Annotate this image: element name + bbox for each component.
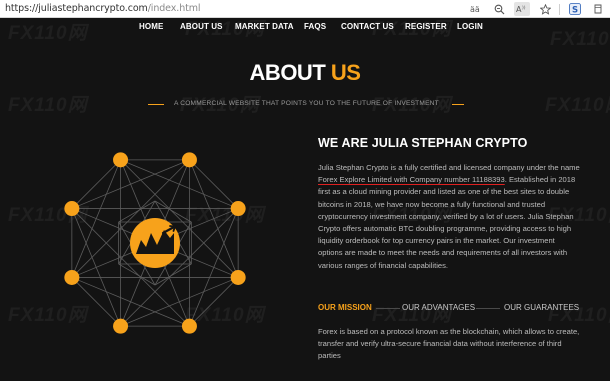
network-node	[181, 318, 197, 334]
paragraph-line: first as a cloud mining provider and lis…	[318, 186, 580, 198]
paragraph-text: liquidity orderbook for top currency pai…	[318, 236, 555, 246]
svg-text:)): ))	[522, 5, 526, 11]
paragraph-line: cryptocurrency investment company, verif…	[318, 211, 580, 223]
about-paragraph: Julia Stephan Crypto is a fully certifie…	[318, 162, 580, 272]
growth-chart-logo	[130, 218, 180, 268]
page-title-part1: ABOUT	[249, 60, 331, 85]
network-node	[64, 269, 80, 285]
paragraph-text: bitcoins in 2018, we have now become a f…	[318, 199, 546, 209]
network-node	[230, 201, 246, 217]
nav-home[interactable]: HOME	[139, 22, 163, 31]
more-icon[interactable]	[590, 2, 606, 16]
paragraph-text: cryptocurrency investment company, verif…	[318, 211, 574, 221]
nav-contact-us[interactable]: CONTACT US	[341, 22, 394, 31]
tab-our-mission[interactable]: OUR MISSION	[318, 303, 372, 312]
company-registration-highlight: Forex Explore Limited with Company numbe…	[318, 175, 505, 185]
read-aloud-icon[interactable]: ää	[468, 2, 484, 16]
paragraph-text: Crypto offers automatic BTC doubling pro…	[318, 224, 572, 234]
nav-faqs[interactable]: FAQS	[304, 22, 326, 31]
nav-register[interactable]: REGISTER	[405, 22, 447, 31]
paragraph-line: Forex Explore Limited with Company numbe…	[318, 174, 580, 186]
page-title: ABOUT US	[0, 60, 610, 86]
network-edge	[71, 277, 190, 327]
paragraph-text: Julia Stephan Crypto is a fully certifie…	[318, 163, 580, 172]
favorite-icon[interactable]	[537, 2, 553, 16]
mission-line: parties	[318, 351, 341, 361]
network-edge	[71, 277, 121, 327]
network-node	[181, 152, 197, 168]
extension-icon[interactable]: S	[567, 2, 583, 16]
paragraph-line: liquidity orderbook for top currency pai…	[318, 235, 580, 247]
paragraph-text: options are made to meet the needs and r…	[318, 248, 568, 258]
page-title-part2: US	[330, 60, 361, 85]
paragraph-line: options are made to meet the needs and r…	[318, 247, 580, 259]
browser-toolbar: ää A)) S	[461, 0, 606, 18]
nav-about-us[interactable]: ABOUT US	[180, 22, 223, 31]
about-tabs: OUR MISSION OUR ADVANTAGES OUR GUARANTEE…	[318, 303, 610, 317]
mission-line: transfer and verify ultra-secure financi…	[318, 339, 562, 349]
toolbar-divider	[559, 3, 560, 15]
nav-market-data[interactable]: MARKET DATA	[235, 22, 294, 31]
network-edge	[189, 277, 239, 327]
svg-text:S: S	[572, 5, 578, 15]
paragraph-line: various ranges of financial capabilities…	[318, 260, 580, 272]
svg-text:ää: ää	[470, 5, 480, 14]
network-node	[113, 318, 129, 334]
section-heading: WE ARE JULIA STEPHAN CRYPTO	[318, 136, 528, 150]
network-edge	[71, 159, 190, 209]
paragraph-line: Julia Stephan Crypto is a fully certifie…	[318, 162, 580, 174]
paragraph-line: Crypto offers automatic BTC doubling pro…	[318, 223, 580, 235]
nav-login[interactable]: LOGIN	[457, 22, 483, 31]
zoom-icon[interactable]	[491, 2, 507, 16]
network-node	[113, 152, 129, 168]
tab-separator	[476, 308, 500, 309]
subtitle-divider-right	[452, 104, 464, 105]
network-node	[230, 269, 246, 285]
network-edge	[189, 159, 239, 209]
url-path: /index.html	[147, 3, 201, 14]
paragraph-text: first as a cloud mining provider and lis…	[318, 187, 570, 197]
paragraph-text: . Established in 2018	[504, 175, 576, 185]
main-nav: HOME ABOUT US MARKET DATA FAQS CONTACT U…	[0, 22, 610, 38]
paragraph-line: bitcoins in 2018, we have now become a f…	[318, 199, 580, 211]
url-field[interactable]: https://juliastephancrypto.com/index.htm…	[0, 3, 201, 14]
subtitle-row: A COMMERCIAL WEBSITE THAT POINTS YOU TO …	[0, 99, 610, 111]
network-edge	[71, 208, 121, 327]
mission-line: Forex is based on a protocol known as th…	[318, 327, 580, 336]
tab-separator	[376, 308, 400, 309]
network-illustration	[64, 152, 246, 334]
network-node	[64, 201, 80, 217]
site-page: HOME ABOUT US MARKET DATA FAQS CONTACT U…	[0, 18, 610, 381]
read-mode-icon[interactable]: A))	[514, 2, 530, 16]
network-edge	[120, 277, 239, 327]
page-subtitle: A COMMERCIAL WEBSITE THAT POINTS YOU TO …	[174, 100, 439, 107]
network-edge	[71, 159, 121, 209]
paragraph-text: various ranges of financial capabilities…	[318, 260, 449, 270]
subtitle-divider-left	[148, 104, 164, 105]
tab-our-advantages[interactable]: OUR ADVANTAGES	[402, 303, 475, 312]
mission-text: Forex is based on a protocol known as th…	[318, 326, 579, 363]
browser-address-bar: https://juliastephancrypto.com/index.htm…	[0, 0, 610, 18]
tab-our-guarantees[interactable]: OUR GUARANTEES	[504, 303, 579, 312]
url-main: https://juliastephancrypto.com	[5, 3, 148, 14]
